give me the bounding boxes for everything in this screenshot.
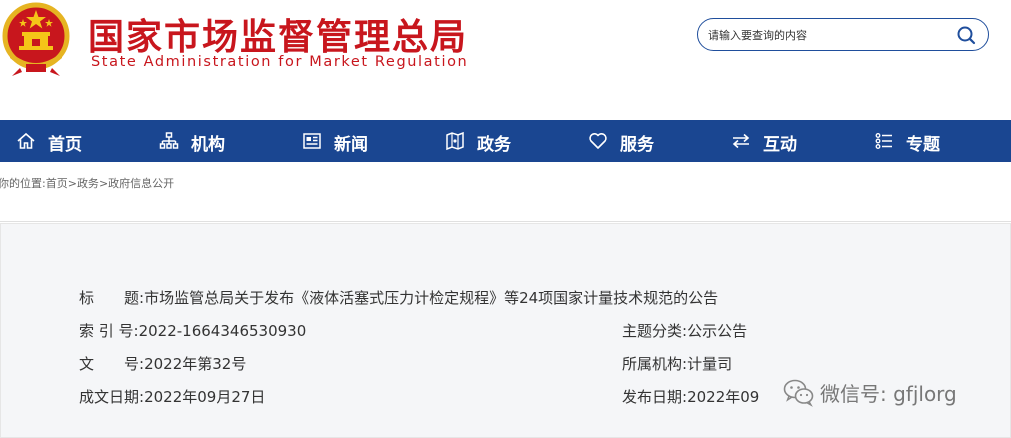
- info-key: 所属机构:: [622, 355, 688, 373]
- breadcrumb-link-gov-info[interactable]: 政府信息公开: [108, 177, 174, 190]
- watermark-text: 微信号: gfjlorg: [820, 381, 957, 406]
- site-title-en: State Administration for Market Regulati…: [91, 54, 469, 70]
- nav-item-interact[interactable]: 互动: [715, 120, 858, 162]
- heart-icon: [589, 133, 607, 149]
- search-box: [697, 18, 989, 51]
- nav-item-news[interactable]: 新闻: [286, 120, 429, 162]
- nav-item-org[interactable]: 机构: [143, 120, 286, 162]
- search-icon[interactable]: [955, 24, 977, 46]
- nav-label: 机构: [191, 135, 225, 155]
- breadcrumb-separator: >: [98, 177, 109, 190]
- map-icon: [446, 131, 464, 151]
- info-value: 市场监管总局关于发布《液体活塞式压力计检定规程》等24项国家计量技术规范的公告: [144, 289, 719, 307]
- info-row-publish-date: 发布日期:2022年09: [622, 386, 759, 407]
- info-value: 2022年第32号: [144, 355, 247, 373]
- breadcrumb-prefix: 你的位置:: [0, 177, 46, 190]
- nav-item-home[interactable]: 首页: [0, 120, 143, 162]
- nav-label: 专题: [906, 135, 940, 155]
- info-key: 标 题:: [79, 289, 145, 307]
- info-value: 计量司: [687, 355, 733, 373]
- nav-item-affairs[interactable]: 政务: [429, 120, 572, 162]
- nav-label: 互动: [763, 135, 797, 155]
- info-row-org: 所属机构:计量司: [622, 353, 732, 374]
- nav-label: 服务: [620, 135, 654, 155]
- info-key: 成文日期:: [79, 388, 145, 406]
- topic-list-icon: [875, 133, 892, 149]
- info-value: 2022年09月27日: [144, 388, 266, 406]
- nav-label: 政务: [477, 135, 511, 155]
- site-header: 国家市场监督管理总局 State Administration for Mark…: [0, 0, 1011, 120]
- info-row-topic: 主题分类:公示公告: [622, 320, 747, 341]
- site-title-cn: 国家市场监督管理总局: [88, 17, 469, 58]
- national-emblem-icon: [2, 2, 70, 76]
- nav-item-topics[interactable]: 专题: [858, 120, 1001, 162]
- wechat-icon: [783, 379, 814, 407]
- org-chart-icon: [159, 132, 179, 149]
- info-key: 发布日期:: [622, 388, 688, 406]
- breadcrumb-separator: >: [67, 177, 77, 190]
- info-value: 2022年09: [687, 388, 760, 406]
- info-row-title: 标 题:市场监管总局关于发布《液体活塞式压力计检定规程》等24项国家计量技术规范…: [79, 287, 718, 308]
- exchange-arrows-icon: [732, 133, 750, 149]
- newspaper-icon: [303, 133, 321, 149]
- wechat-watermark: 微信号: gfjlorg: [782, 372, 957, 412]
- info-row-index: 索 引 号:2022-1664346530930: [79, 320, 306, 341]
- info-value: 公示公告: [687, 322, 748, 340]
- breadcrumb: 你的位置:首页>政务>政府信息公开: [0, 175, 174, 191]
- info-key: 文 号:: [79, 355, 145, 373]
- info-key: 主题分类:: [622, 322, 688, 340]
- info-value: 2022-1664346530930: [138, 322, 307, 340]
- nav-label: 新闻: [334, 135, 368, 155]
- breadcrumb-link-affairs[interactable]: 政务: [77, 177, 99, 190]
- home-icon: [17, 132, 35, 149]
- info-row-doc-number: 文 号:2022年第32号: [79, 353, 246, 374]
- search-input[interactable]: [708, 25, 948, 45]
- info-row-written-date: 成文日期:2022年09月27日: [79, 386, 265, 407]
- nav-label: 首页: [48, 135, 82, 155]
- info-key: 索 引 号:: [79, 322, 139, 340]
- breadcrumb-link-home[interactable]: 首页: [46, 177, 68, 190]
- nav-item-service[interactable]: 服务: [572, 120, 715, 162]
- breadcrumb-area: 你的位置:首页>政务>政府信息公开: [0, 162, 1011, 222]
- main-nav: 首页 机构 新闻 政务 服务 互动 专题: [0, 120, 1011, 162]
